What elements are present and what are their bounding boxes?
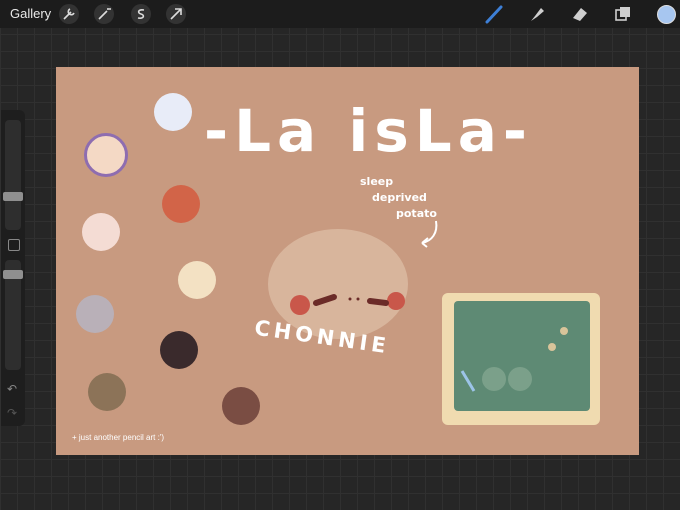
- villager-cat-icon: [76, 295, 114, 333]
- subtitle-line-2: deprived: [372, 191, 427, 204]
- layers-icon[interactable]: [613, 4, 633, 24]
- villager-wolf-icon: [88, 373, 126, 411]
- villager-bird-icon: [162, 185, 200, 223]
- magic-wand-icon[interactable]: [94, 4, 114, 24]
- selection-icon[interactable]: [131, 4, 151, 24]
- villager-ram-icon: [84, 133, 128, 177]
- left-sidebar: ↶ ↷: [1, 110, 25, 426]
- subtitle-line-1: sleep: [360, 175, 394, 188]
- modify-button[interactable]: [8, 239, 20, 251]
- opacity-slider[interactable]: [3, 260, 23, 370]
- transform-arrow-icon[interactable]: [166, 4, 186, 24]
- island-map-icon: [460, 327, 568, 392]
- brush-icon[interactable]: [484, 4, 504, 24]
- villager-deer-icon: [82, 213, 120, 251]
- island-map: [442, 293, 600, 425]
- villager-cub-icon: [178, 261, 216, 299]
- top-toolbar: Gallery: [0, 0, 680, 28]
- undo-icon[interactable]: ↶: [7, 382, 17, 396]
- opacity-thumb[interactable]: [3, 270, 23, 279]
- villager-rabbit-icon: [160, 331, 198, 369]
- brush-size-slider[interactable]: [3, 120, 23, 230]
- villager-duck-icon: [222, 387, 260, 425]
- wrench-icon[interactable]: [59, 4, 79, 24]
- footer-note: + just another pencil art :'): [72, 433, 165, 442]
- brush-size-thumb[interactable]: [3, 192, 23, 201]
- color-picker-button[interactable]: [657, 5, 676, 24]
- curved-arrow-icon: [421, 220, 438, 248]
- island-map-land: [454, 301, 590, 411]
- artwork-canvas[interactable]: -La isLa- sleep deprived potato CHONNIE: [56, 67, 639, 455]
- redo-icon[interactable]: ↷: [7, 406, 17, 420]
- gallery-button[interactable]: Gallery: [10, 6, 51, 21]
- eraser-icon[interactable]: [570, 4, 590, 24]
- villager-sheep-icon: [154, 93, 192, 131]
- artwork-title: -La isLa-: [204, 97, 533, 165]
- smudge-icon[interactable]: [527, 4, 547, 24]
